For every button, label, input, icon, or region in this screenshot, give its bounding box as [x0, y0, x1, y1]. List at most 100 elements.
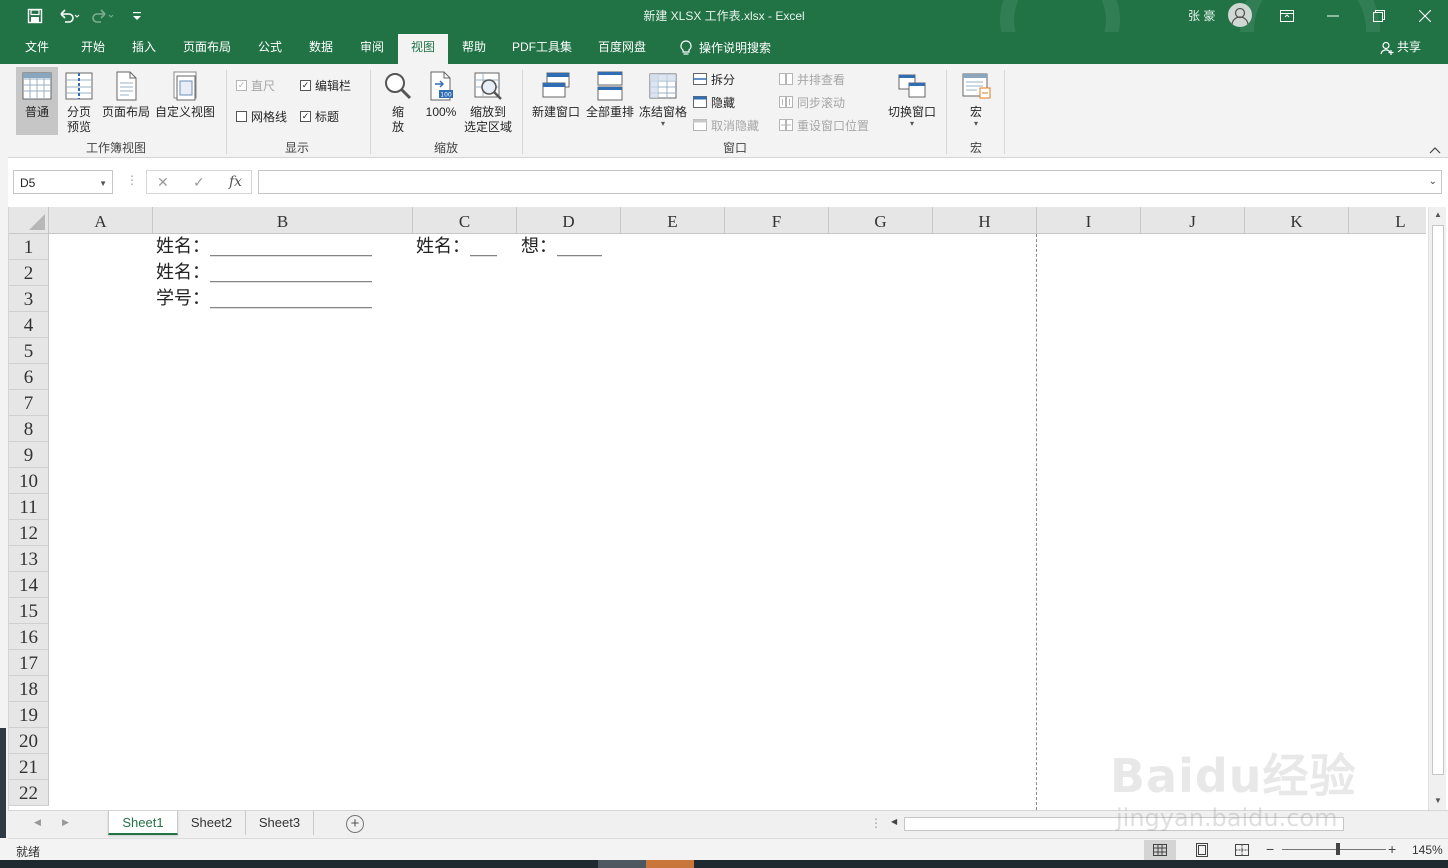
chevron-down-icon[interactable]: ▼	[99, 179, 107, 188]
zoom-in-icon[interactable]: +	[1388, 841, 1396, 857]
ribbon-display-options-icon[interactable]	[1264, 0, 1310, 32]
next-sheet-icon[interactable]: ▶	[62, 817, 69, 828]
column-header-a[interactable]: A	[49, 207, 153, 234]
column-header-i[interactable]: I	[1037, 207, 1141, 234]
row-header-3[interactable]: 3	[9, 286, 49, 312]
close-icon[interactable]	[1402, 0, 1448, 32]
restore-icon[interactable]	[1356, 0, 1402, 32]
page-break-status-button[interactable]	[1226, 840, 1258, 860]
row-header-20[interactable]: 20	[9, 728, 49, 754]
row-header-17[interactable]: 17	[9, 650, 49, 676]
zoom-to-selection-button[interactable]: 缩放到 选定区域	[462, 67, 514, 135]
unhide-window-button[interactable]: 取消隐藏	[693, 115, 759, 135]
row-header-15[interactable]: 15	[9, 598, 49, 624]
cell-b1[interactable]: 姓名：__________________	[156, 234, 372, 260]
tab-data[interactable]: 数据	[298, 32, 344, 64]
tab-help[interactable]: 帮助	[451, 32, 497, 64]
column-header-k[interactable]: K	[1245, 207, 1349, 234]
column-header-h[interactable]: H	[933, 207, 1037, 234]
scroll-down-icon[interactable]: ▼	[1429, 793, 1447, 809]
new-window-button[interactable]: 新建窗口	[530, 67, 582, 135]
row-header-19[interactable]: 19	[9, 702, 49, 728]
column-header-j[interactable]: J	[1141, 207, 1245, 234]
reset-position-button[interactable]: 重设窗口位置	[779, 115, 869, 135]
add-sheet-button[interactable]: +	[346, 815, 364, 833]
cell-d1[interactable]: 想：_____	[521, 234, 602, 260]
splitter-handle-icon[interactable]: ⋮	[870, 816, 882, 830]
row-header-11[interactable]: 11	[9, 494, 49, 520]
column-header-c[interactable]: C	[413, 207, 517, 234]
cancel-icon[interactable]: ✕	[157, 174, 169, 191]
zoom-100-button[interactable]: 100 100%	[420, 67, 462, 135]
tab-review[interactable]: 审阅	[349, 32, 395, 64]
row-header-10[interactable]: 10	[9, 468, 49, 494]
column-header-l[interactable]: L	[1349, 207, 1426, 234]
row-header-21[interactable]: 21	[9, 754, 49, 780]
taskbar-item[interactable]	[598, 860, 646, 868]
select-all-button[interactable]	[9, 207, 49, 234]
tab-baidu-netdisk[interactable]: 百度网盘	[589, 32, 655, 64]
insert-function-icon[interactable]: fx	[229, 174, 242, 190]
tab-insert[interactable]: 插入	[121, 32, 167, 64]
row-header-8[interactable]: 8	[9, 416, 49, 442]
ruler-checkbox[interactable]: ✓ 直尺	[236, 75, 275, 95]
zoom-slider-knob[interactable]	[1336, 843, 1340, 855]
tab-page-layout[interactable]: 页面布局	[174, 32, 240, 64]
row-header-9[interactable]: 9	[9, 442, 49, 468]
taskbar-item[interactable]	[646, 860, 694, 868]
sheet-tab-sheet3[interactable]: Sheet3	[246, 811, 314, 835]
sync-scroll-button[interactable]: 同步滚动	[779, 92, 845, 112]
column-header-b[interactable]: B	[153, 207, 413, 234]
custom-views-button[interactable]: 自定义视图	[154, 67, 216, 135]
sheet-tab-sheet2[interactable]: Sheet2	[178, 811, 246, 835]
minimize-icon[interactable]	[1310, 0, 1356, 32]
row-header-16[interactable]: 16	[9, 624, 49, 650]
vertical-scroll-thumb[interactable]	[1432, 225, 1444, 775]
row-header-1[interactable]: 1	[9, 234, 49, 260]
previous-sheet-icon[interactable]: ◀	[34, 817, 41, 828]
formula-input[interactable]: ⌄	[258, 170, 1442, 194]
share-button[interactable]: 共享	[1380, 32, 1421, 63]
macros-button[interactable]: 宏 ▾	[956, 67, 996, 135]
column-header-f[interactable]: F	[725, 207, 829, 234]
tab-pdf-tools[interactable]: PDF工具集	[505, 32, 579, 64]
row-header-22[interactable]: 22	[9, 780, 49, 806]
tab-view[interactable]: 视图	[398, 34, 448, 66]
page-break-preview-button[interactable]: 分页 预览	[60, 67, 98, 135]
row-header-6[interactable]: 6	[9, 364, 49, 390]
cell-c1[interactable]: 姓名：___	[416, 234, 497, 260]
expand-formula-bar-icon[interactable]: ⌄	[1429, 176, 1437, 187]
user-name[interactable]: 张 豪	[1188, 7, 1215, 24]
zoom-button[interactable]: 缩 放	[378, 67, 418, 135]
tab-formulas[interactable]: 公式	[247, 32, 293, 64]
column-header-e[interactable]: E	[621, 207, 725, 234]
worksheet-grid[interactable]: A B C D E F G H I J K L 1 2 3 4 5 6 7 8 …	[8, 207, 1426, 810]
row-header-5[interactable]: 5	[9, 338, 49, 364]
column-header-g[interactable]: G	[829, 207, 933, 234]
enter-icon[interactable]: ✓	[193, 174, 205, 191]
horizontal-scroll-thumb[interactable]	[904, 817, 1344, 831]
formula-bar-checkbox[interactable]: ✓ 编辑栏	[300, 75, 351, 95]
cell-b3[interactable]: 学号：__________________	[156, 286, 372, 312]
freeze-panes-button[interactable]: 冻结窗格 ▾	[638, 67, 688, 135]
row-header-12[interactable]: 12	[9, 520, 49, 546]
zoom-out-icon[interactable]: −	[1266, 841, 1274, 857]
switch-windows-button[interactable]: 切换窗口 ▾	[884, 67, 940, 135]
hide-window-button[interactable]: 隐藏	[693, 92, 735, 112]
tab-file[interactable]: 文件	[14, 32, 60, 64]
drag-handle-icon[interactable]: ⋮	[126, 173, 138, 187]
row-header-14[interactable]: 14	[9, 572, 49, 598]
scroll-left-icon[interactable]: ◀	[891, 817, 897, 826]
name-box[interactable]: D5 ▼	[13, 170, 113, 194]
collapse-ribbon-icon[interactable]	[1428, 144, 1442, 156]
row-header-18[interactable]: 18	[9, 676, 49, 702]
vertical-scrollbar[interactable]: ▲ ▼	[1428, 207, 1446, 810]
horizontal-scrollbar[interactable]: ◀	[888, 816, 1438, 833]
sheet-tab-sheet1[interactable]: Sheet1	[108, 811, 178, 835]
scroll-up-icon[interactable]: ▲	[1429, 207, 1447, 223]
page-layout-status-button[interactable]	[1186, 840, 1218, 860]
arrange-all-button[interactable]: 全部重排	[584, 67, 636, 135]
column-header-d[interactable]: D	[517, 207, 621, 234]
page-layout-view-button[interactable]: 页面布局	[100, 67, 152, 135]
row-header-7[interactable]: 7	[9, 390, 49, 416]
